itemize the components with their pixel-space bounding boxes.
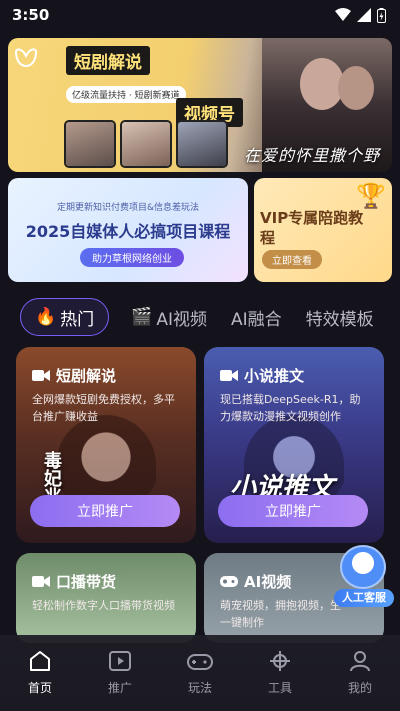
wifi-icon [335,8,351,21]
customer-service-label: 人工客服 [334,589,394,607]
signal-icon [357,8,371,22]
feature-card-novel[interactable]: 小说推文 小说推文 现已搭载DeepSeek-R1，助力爆款动漫推文视频创作 立… [204,347,384,543]
customer-service-button[interactable]: 人工客服 [334,545,394,607]
tools-icon [270,651,290,671]
course-caption: 定期更新知识付费项目&信息差玩法 [56,203,200,213]
play-icon [109,651,131,671]
card-description: 轻松制作数字人口播带货视频 [32,599,175,612]
card-description: 萌宠视频，拥抱视频，生一键制作 [220,599,341,629]
feature-card-drama[interactable]: 毒妃兆 短剧解说 全网爆款短剧免费授权，多平台推广赚收益 立即推广 [16,347,196,543]
nav-home[interactable]: 首页 [8,649,72,696]
card-description: 全网爆款短剧免费授权，多平台推广赚收益 [32,393,175,423]
tab-ai-video[interactable]: 🎬 AI视频 [119,298,219,336]
tab-label: 特效模板 [305,309,374,330]
tab-label: AI融合 [231,309,282,330]
video-camera-icon [220,370,238,381]
phone-mockup [120,120,172,168]
home-icon [30,651,50,671]
gamepad-icon [187,654,213,670]
promote-button[interactable]: 立即推广 [218,495,368,527]
bottom-nav: 首页 推广 玩法 工具 我的 [0,635,400,711]
phone-mockup [64,120,116,168]
clapper-icon: 🎬 [131,307,153,327]
vip-banner[interactable]: 🏆 VIP专属陪跑教程 立即查看 [254,178,392,282]
nav-gameplay[interactable]: 玩法 [168,649,232,696]
course-title: 2025自媒体人必搞项目课程 [25,222,231,241]
vip-title: VIP专属陪跑教程 [260,209,364,247]
status-bar: 3:50 [0,0,400,30]
hero-subtitle: 亿级流量扶持 · 短剧新赛道 [66,86,186,103]
category-tabs: 🔥 热门 🎬 AI视频 AI融合 特效模板 [0,296,400,338]
card-description: 现已搭载DeepSeek-R1，助力爆款动漫推文视频创作 [220,393,361,423]
tab-label: 热门 [60,309,95,330]
profile-icon [350,651,370,672]
card-title: 短剧解说 [32,365,116,386]
fire-icon: 🔥 [35,307,57,327]
tab-hot[interactable]: 🔥 热门 [20,298,110,336]
course-banner[interactable]: 定期更新知识付费项目&信息差玩法 2025自媒体人必搞项目课程 助力草根网络创业 [8,178,248,282]
card-title: 口播带货 [32,571,116,592]
gamepad-icon [220,576,238,587]
nav-promote[interactable]: 推广 [88,649,152,696]
vip-button[interactable]: 立即查看 [262,250,322,269]
video-camera-icon [32,576,50,587]
trophy-icon: 🏆 [356,182,386,210]
phone-mockup [176,120,228,168]
status-icons [335,7,386,23]
battery-icon [377,7,386,23]
card-title: 小说推文 [220,365,304,386]
promote-button[interactable]: 立即推广 [30,495,180,527]
hero-banner[interactable]: 短剧解说 亿级流量扶持 · 短剧新赛道 视频号 在爱的怀里撒个野 [8,38,392,172]
tab-ai-fusion[interactable]: AI融合 [219,298,294,336]
tab-label: AI视频 [156,309,207,330]
course-button[interactable]: 助力草根网络创业 [80,248,184,267]
nav-tools[interactable]: 工具 [248,649,312,696]
nav-profile[interactable]: 我的 [328,649,392,696]
butterfly-logo-icon [14,48,38,68]
video-camera-icon [32,370,50,381]
status-time: 3:50 [12,6,50,24]
card-title: AI视频 [220,571,291,592]
hero-title-a: 短剧解说 [66,46,150,75]
tab-effects-templates[interactable]: 特效模板 [294,298,386,336]
feature-card-livesale[interactable]: 口播带货 轻松制作数字人口播带货视频 [16,553,196,643]
poster-title: 在爱的怀里撒个野 [243,146,380,165]
robot-icon [340,545,386,589]
